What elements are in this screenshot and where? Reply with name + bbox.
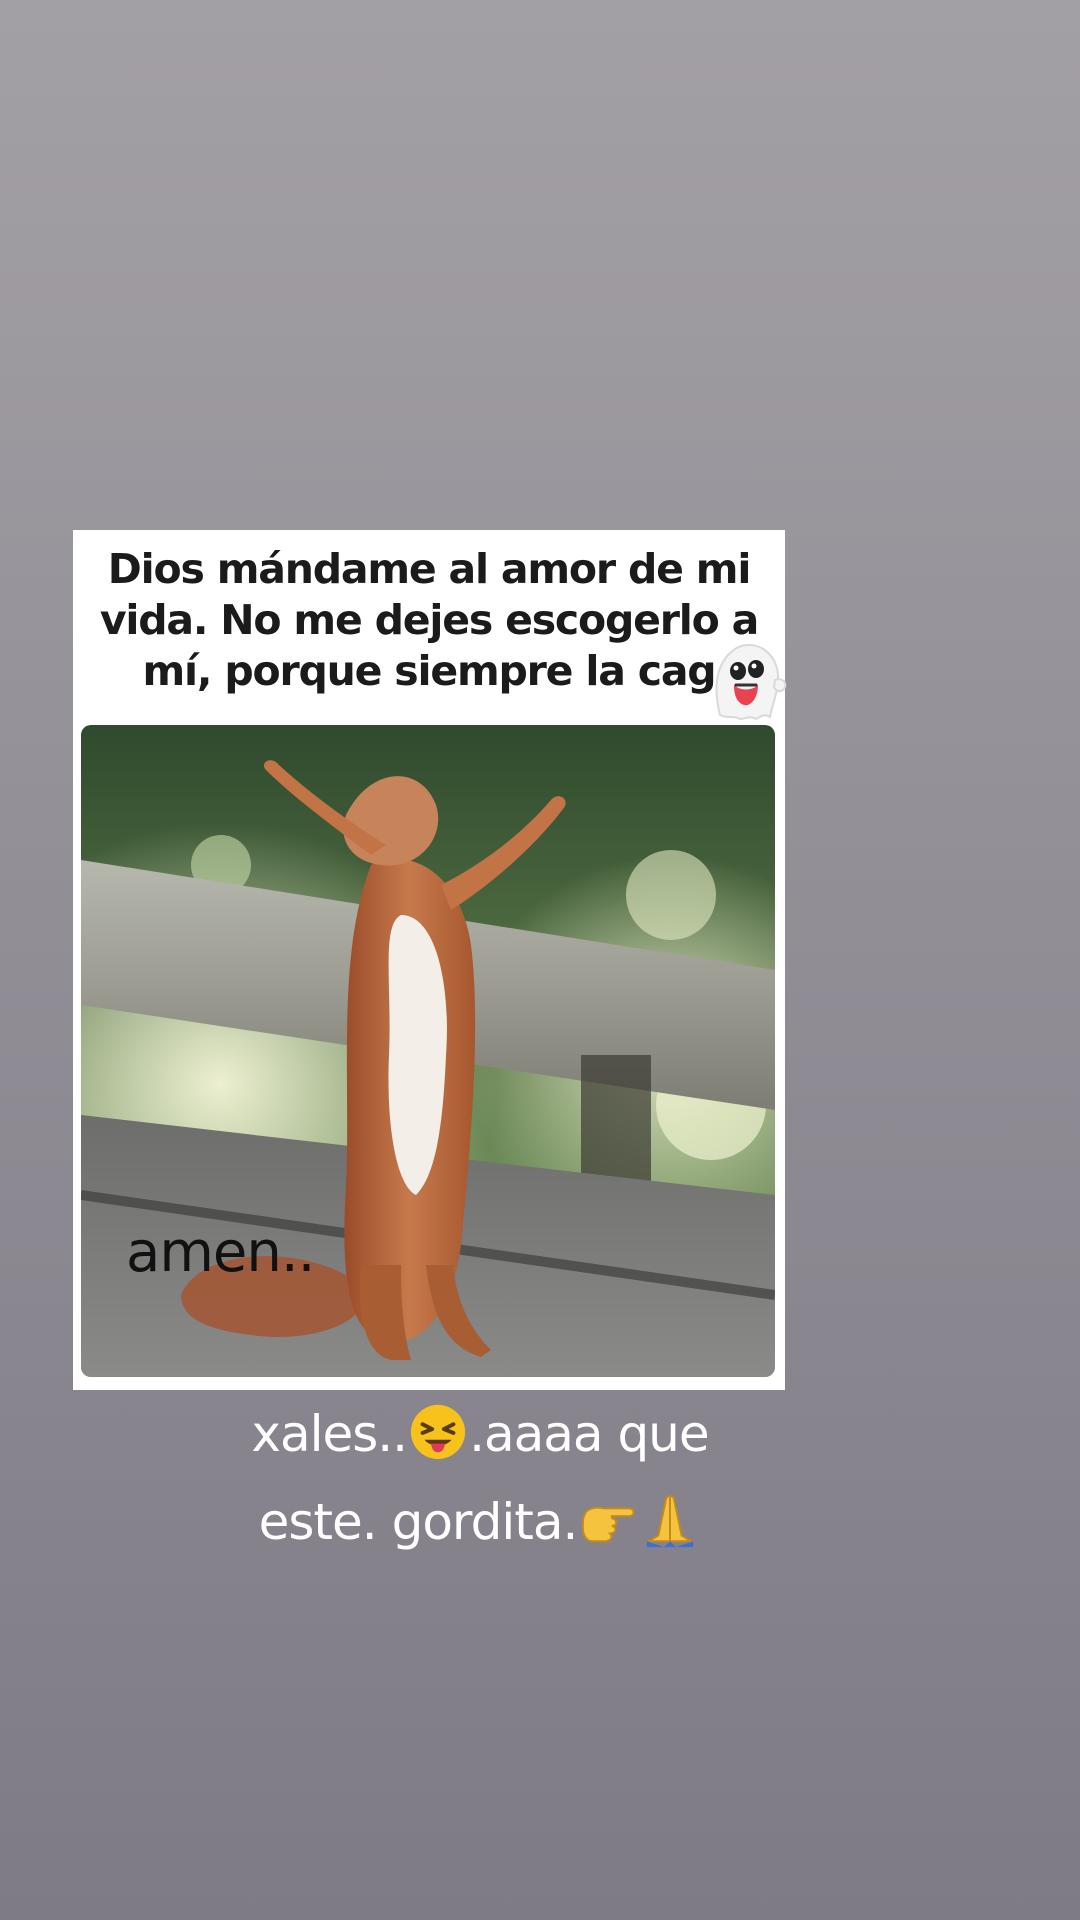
meme-overlay-text: amen.. [126, 1220, 315, 1285]
caption-line-2: este. gordita. [0, 1483, 960, 1571]
story-view: Dios mándame al amor de mi vida. No me d… [0, 0, 1080, 1920]
caption-line-1: xales.. .aaaa que [0, 1395, 960, 1483]
ghost-tongue-emoji-icon [700, 635, 790, 725]
folded-hands-emoji-icon [641, 1491, 699, 1571]
meme-caption-text: Dios mándame al amor de mi vida. No me d… [99, 545, 760, 695]
squirrel-photo: amen.. [81, 725, 775, 1377]
story-caption: xales.. .aaaa que este. gordita. [0, 1395, 960, 1571]
backhand-index-pointing-right-emoji-icon [579, 1491, 637, 1571]
caption-text: xales.. [251, 1405, 408, 1463]
caption-text: .aaaa que [469, 1405, 710, 1463]
caption-text: este. gordita. [258, 1493, 579, 1551]
squinting-face-with-tongue-emoji-icon [409, 1403, 467, 1483]
meme-image: Dios mándame al amor de mi vida. No me d… [73, 530, 785, 1390]
